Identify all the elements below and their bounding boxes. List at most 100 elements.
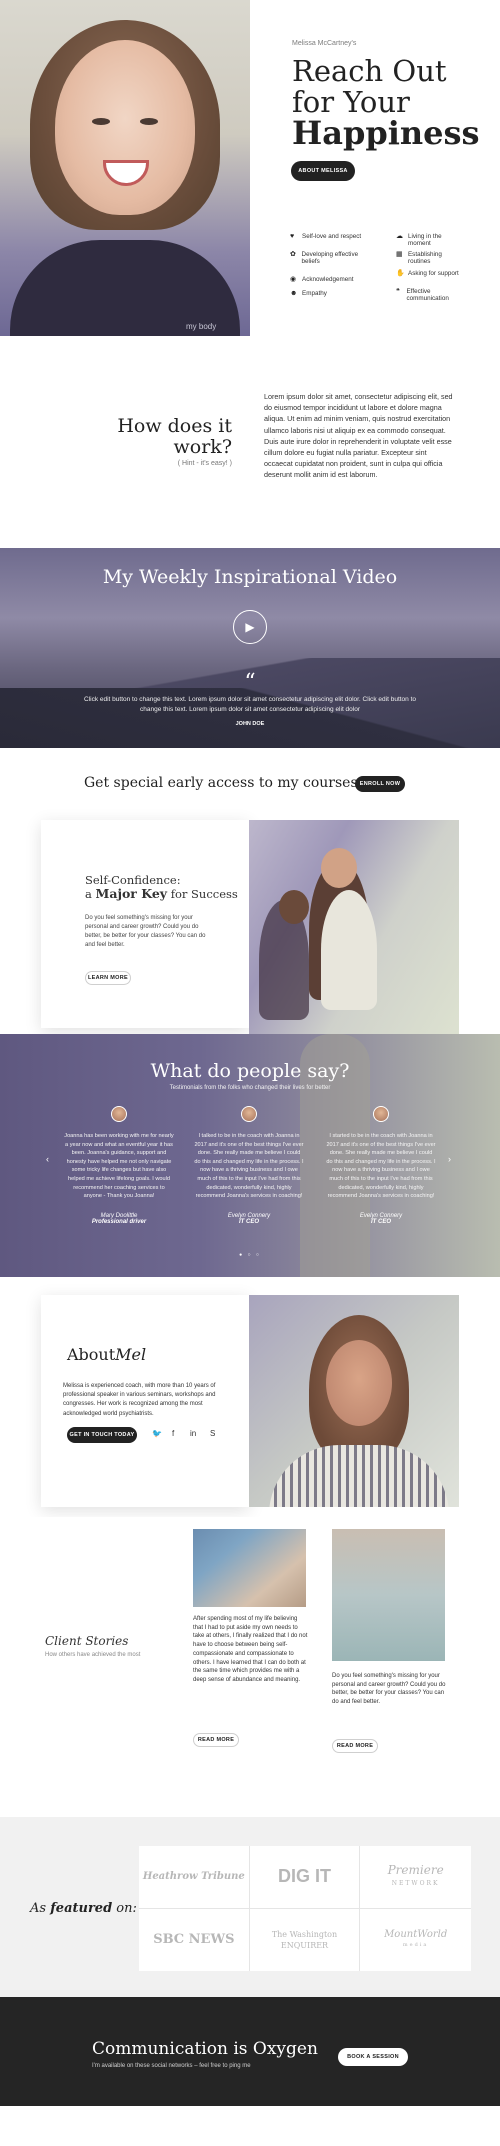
about-melissa-button[interactable]: ABOUT MELISSA: [291, 161, 355, 181]
chat-icon: ❝: [396, 288, 400, 295]
early-access-section: Get special early access to my courses E…: [0, 748, 500, 808]
hero-title-line3: Happiness: [292, 117, 480, 150]
feature-label: Developing effective beliefs: [301, 251, 359, 266]
course-title: Self-Confidence: a Major Key for Success: [85, 873, 238, 901]
testimonial-role: IT CEO: [370, 1218, 391, 1225]
course-title-post: for Success: [170, 887, 238, 901]
about-section: AboutMel Melissa is experienced coach, w…: [0, 1277, 500, 1517]
facebook-icon[interactable]: f: [172, 1429, 174, 1438]
client-stories-section: Client Stories How others have achieved …: [0, 1517, 500, 1817]
quote-icon: “: [244, 670, 256, 695]
feature-label: Effective communication: [406, 288, 449, 303]
featured-title-pre: As: [30, 1901, 47, 1916]
feature-item: ❝ Effective communication: [396, 288, 466, 302]
feature-item: ◉ Acknowledgement: [290, 276, 380, 283]
story-text: Do you feel something's missing for your…: [332, 1673, 446, 1706]
feature-item: ☁ Living in the moment: [396, 233, 466, 247]
person-head: [279, 890, 309, 924]
press-logo-grid: Heathrow Tribune DIG IT Premiere NETWORK …: [139, 1846, 471, 1971]
read-more-button[interactable]: READ MORE: [193, 1733, 239, 1747]
cta-subtitle: I'm available on these social networks –…: [92, 2063, 251, 2069]
logo-text: MountWorld: [384, 1928, 448, 1940]
how-title-line1: How does it: [117, 415, 232, 437]
feature-item: ✋ Asking for support: [396, 270, 466, 277]
testimonial-card: I talked to be in the coach with Joanna …: [194, 1106, 304, 1225]
avatar: [111, 1106, 127, 1122]
portrait-face: [326, 1340, 392, 1426]
testimonial-role: Professional driver: [91, 1218, 147, 1225]
dig-it-logo: DIG IT: [249, 1846, 361, 1909]
logo-subtext: NETWORK: [391, 1879, 440, 1887]
course-title-bold: Major Key: [95, 886, 168, 901]
linkedin-icon[interactable]: in: [190, 1429, 196, 1438]
portrait-eye: [92, 118, 110, 125]
feature-item: ☻ Empathy: [290, 290, 375, 297]
story-image: [332, 1529, 445, 1661]
video-section: My Weekly Inspirational Video ▶ “ Click …: [0, 548, 500, 748]
how-hint: ( Hint - it's easy! ): [177, 460, 232, 467]
feature-label: Living in the moment: [407, 233, 442, 248]
get-in-touch-button[interactable]: GET IN TOUCH TODAY: [67, 1427, 137, 1443]
how-body: Lorem ipsum dolor sit amet, consectetur …: [264, 392, 453, 480]
feature-label: Establishing routines: [407, 251, 442, 266]
hero-title-emphasis: Happiness: [292, 114, 480, 152]
skype-icon[interactable]: S: [210, 1429, 215, 1438]
about-body: Melissa is experienced coach, with more …: [63, 1383, 216, 1417]
book-session-button[interactable]: BOOK A SESSION: [338, 2048, 408, 2066]
story-text: After spending most of my life believing…: [193, 1616, 308, 1683]
avatar: [241, 1106, 257, 1122]
learn-more-button[interactable]: LEARN MORE: [85, 971, 131, 985]
course-section: Self-Confidence: a Major Key for Success…: [0, 808, 500, 1034]
hero-title: Reach Out for Your Happiness: [292, 56, 480, 150]
course-title-line1: Self-Confidence:: [85, 873, 181, 887]
about-title-script: Mel: [115, 1345, 147, 1364]
about-portrait-image: [249, 1295, 459, 1507]
about-title: AboutMel: [67, 1345, 146, 1364]
eye-icon: ◉: [290, 276, 297, 283]
feature-label: Asking for support: [408, 270, 459, 277]
washington-enquirer-logo: The Washington ENQUIRER: [250, 1908, 361, 1971]
enroll-now-button[interactable]: ENROLL NOW: [355, 776, 405, 792]
shirt-text: my body: [186, 322, 217, 331]
video-quote-author: JOHN DOE: [235, 721, 265, 727]
support-icon: ✋: [396, 270, 405, 277]
how-title-line2: work?: [173, 436, 232, 458]
avatar: [373, 1106, 389, 1122]
portrait-eye: [140, 118, 158, 125]
course-title-line2: a Major Key for Success: [85, 886, 238, 902]
person-head: [321, 848, 357, 888]
how-title: How does it work?: [117, 416, 232, 458]
testimonial-card: Joanna has been working with me for near…: [64, 1106, 174, 1225]
testimonial-text: Joanna has been working with me for near…: [64, 1133, 174, 1200]
people-icon: ☻: [290, 290, 298, 297]
portrait-shirt: [269, 1445, 449, 1507]
feature-item: ✿ Developing effective beliefs: [290, 251, 375, 265]
hero-title-line1: Reach Out: [292, 54, 447, 88]
testimonial-role: IT CEO: [238, 1218, 259, 1225]
play-icon[interactable]: ▶: [233, 610, 267, 644]
premiere-network-logo: Premiere NETWORK: [360, 1846, 471, 1909]
how-it-works-section: How does it work? ( Hint - it's easy! ) …: [0, 338, 500, 548]
testimonials-section: What do people say? Testimonials from th…: [0, 1034, 500, 1277]
testimonials-title: What do people say?: [150, 1060, 350, 1082]
stories-title: Client Stories: [45, 1634, 129, 1648]
carousel-dots[interactable]: ● ○ ○: [0, 1252, 500, 1258]
sbc-news-logo: SBC NEWS: [139, 1908, 250, 1971]
twitter-icon[interactable]: 🐦: [152, 1429, 162, 1438]
read-more-button[interactable]: READ MORE: [332, 1739, 378, 1753]
feature-label: Acknowledgement: [302, 276, 354, 283]
feature-item: ▦ Establishing routines: [396, 251, 466, 265]
testimonials-subtitle: Testimonials from the folks who changed …: [169, 1085, 331, 1091]
about-title-word: About: [67, 1345, 116, 1364]
logo-subtext: media: [402, 1941, 429, 1948]
cta-title: Communication is Oxygen: [92, 2039, 318, 2059]
video-title: My Weekly Inspirational Video: [102, 566, 398, 588]
portrait-face: [55, 40, 195, 215]
carousel-next-icon[interactable]: ›: [448, 1154, 451, 1164]
featured-on-section: As featured on: Heathrow Tribune DIG IT …: [0, 1817, 500, 1997]
testimonial-text: I started to be in the coach with Joanna…: [326, 1133, 436, 1200]
logo-text: Premiere: [387, 1862, 444, 1877]
carousel-prev-icon[interactable]: ‹: [46, 1154, 49, 1164]
hero-section: my body Melissa McCartney's Reach Out fo…: [0, 0, 500, 338]
testimonial-text: I talked to be in the coach with Joanna …: [194, 1133, 304, 1200]
